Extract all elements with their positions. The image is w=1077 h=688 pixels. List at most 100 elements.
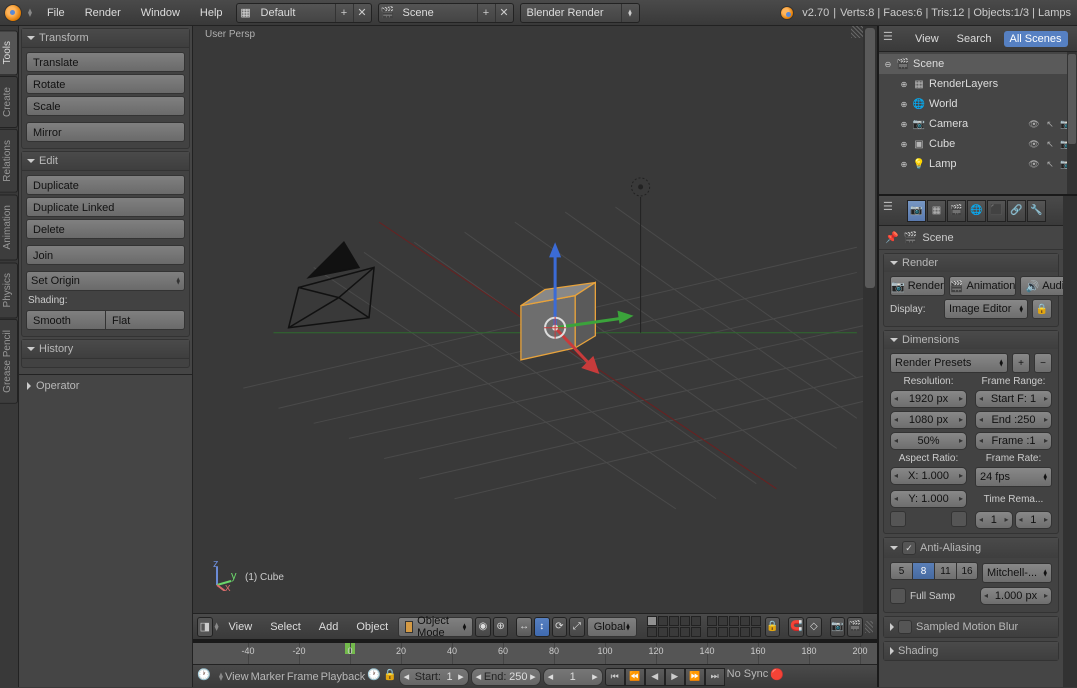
expand-icon[interactable]: ⊕ — [899, 100, 909, 109]
set-origin-dropdown[interactable]: Set Origin — [26, 271, 185, 291]
timeline-editor-selector[interactable]: 🕐 — [197, 668, 217, 686]
aa-sample-5[interactable]: 5 — [890, 562, 912, 580]
keyframe-next-button[interactable]: ⏩ — [685, 668, 705, 686]
context-scene[interactable]: 🎬 — [947, 200, 966, 222]
remap-new-field[interactable]: ◂1▸ — [1015, 511, 1053, 529]
region-corner-grip[interactable] — [865, 621, 873, 633]
render-audio-button[interactable]: 🔊Audio — [1020, 276, 1063, 296]
operator-header[interactable]: Operator — [19, 375, 192, 397]
snap-toggle[interactable]: 🧲 — [788, 617, 804, 637]
context-render-layers[interactable]: ▦ — [927, 200, 946, 222]
render-engine-dropdown[interactable]: Blender Render ⧫ — [520, 3, 640, 23]
pivot-mode-button[interactable]: ⊕ — [493, 617, 509, 637]
tl-playback-menu[interactable]: Playback — [321, 671, 366, 683]
shade-flat-button[interactable]: Flat — [106, 310, 185, 330]
aa-sample-11[interactable]: 11 — [934, 562, 956, 580]
vtab-relations[interactable]: Relations — [0, 129, 18, 193]
remap-old-field[interactable]: ◂1▸ — [975, 511, 1013, 529]
edit-panel-header[interactable]: Edit — [22, 152, 189, 171]
expand-icon[interactable]: ⊖ — [883, 60, 893, 69]
outliner-view-menu[interactable]: View — [909, 33, 945, 45]
expand-icon[interactable]: ⊕ — [899, 120, 909, 129]
preset-remove-button[interactable]: − — [1034, 353, 1052, 373]
layer-buttons-a[interactable] — [647, 616, 701, 637]
outliner-tree[interactable]: ⊖🎬Scene⊕▦RenderLayers⊕🌐World⊕📷Camera👁↖📷⊕… — [879, 52, 1077, 194]
manipulator-toggle[interactable]: ↔ — [516, 617, 532, 637]
outliner-editor-selector[interactable]: ☰ — [883, 30, 903, 48]
frame-step-field[interactable]: ◂Frame :1▸ — [975, 432, 1052, 450]
transform-panel-header[interactable]: Transform — [22, 29, 189, 48]
filter-size-field[interactable]: ◂1.000 px▸ — [980, 587, 1052, 605]
jump-start-button[interactable]: ⏮ — [605, 668, 625, 686]
expand-icon[interactable]: ⊕ — [899, 80, 909, 89]
properties-editor-selector[interactable]: ☰ — [883, 200, 903, 222]
outliner-search-menu[interactable]: Search — [951, 33, 998, 45]
motion-blur-header[interactable]: Sampled Motion Blur — [884, 617, 1058, 637]
outliner-row[interactable]: ⊖🎬Scene — [879, 54, 1077, 74]
editor-type-selector[interactable]: ◨ — [197, 617, 213, 637]
outliner-scrollbar[interactable] — [1067, 52, 1077, 194]
tl-marker-menu[interactable]: Marker — [251, 671, 285, 683]
jump-end-button[interactable]: ⏭ — [705, 668, 725, 686]
menu-file[interactable]: File — [38, 2, 74, 24]
render-animation-button[interactable]: 🎬Animation — [949, 276, 1017, 296]
frame-end-field[interactable]: ◂End :250▸ — [975, 411, 1052, 429]
aa-filter-dropdown[interactable]: Mitchell-... — [982, 563, 1052, 583]
shading-header[interactable]: Shading — [884, 642, 1058, 660]
restrict-view-icon[interactable]: 👁 — [1027, 137, 1041, 151]
scene-dropdown[interactable]: 🎬 Scene + ✕ — [378, 3, 514, 23]
render-presets-dropdown[interactable]: Render Presets — [890, 353, 1008, 373]
frame-start-field[interactable]: ◂Start F: 1▸ — [975, 390, 1052, 408]
preset-add-button[interactable]: + — [1012, 353, 1030, 373]
restrict-select-icon[interactable]: ↖ — [1043, 117, 1057, 131]
render-anim-button[interactable]: 🎬 — [847, 617, 863, 637]
select-menu[interactable]: Select — [262, 616, 309, 638]
start-frame-field[interactable]: ◂Start:1▸ — [399, 668, 469, 686]
display-mode-dropdown[interactable]: Image Editor — [944, 299, 1028, 319]
fps-dropdown[interactable]: 24 fps — [975, 467, 1052, 487]
translate-button[interactable]: Translate — [26, 52, 185, 72]
render-panel-header[interactable]: Render — [884, 254, 1058, 272]
translate-manipulator[interactable]: ↕ — [534, 617, 550, 637]
resolution-pct-field[interactable]: ◂50%▸ — [890, 432, 967, 450]
mirror-button[interactable]: Mirror — [26, 122, 185, 142]
crop-checkbox[interactable] — [951, 511, 967, 527]
expand-icon[interactable]: ⊕ — [899, 160, 909, 169]
context-object[interactable]: ⬛ — [987, 200, 1006, 222]
delete-button[interactable]: Delete — [26, 219, 185, 239]
full-sample-checkbox[interactable] — [890, 588, 906, 604]
add-menu[interactable]: Add — [311, 616, 347, 638]
outliner-row[interactable]: ⊕🌐World — [879, 94, 1077, 114]
aa-sample-16[interactable]: 16 — [956, 562, 978, 580]
scale-manipulator[interactable]: ⤢ — [569, 617, 585, 637]
vtab-physics[interactable]: Physics — [0, 262, 18, 318]
outliner-row[interactable]: ⊕💡Lamp👁↖📷 — [879, 154, 1077, 174]
vtab-grease-pencil[interactable]: Grease Pencil — [0, 319, 18, 404]
duplicate-linked-button[interactable]: Duplicate Linked — [26, 197, 185, 217]
vtab-tools[interactable]: Tools — [0, 30, 18, 75]
lock-time-button[interactable]: 🔒 — [383, 668, 397, 686]
use-preview-range[interactable]: 🕐 — [367, 668, 381, 686]
outliner-row[interactable]: ⊕▣Cube👁↖📷 — [879, 134, 1077, 154]
object-menu[interactable]: Object — [348, 616, 396, 638]
history-panel-header[interactable]: History — [22, 340, 189, 359]
restrict-view-icon[interactable]: 👁 — [1027, 157, 1041, 171]
scene-breadcrumb[interactable]: Scene — [922, 232, 953, 244]
context-constraints[interactable]: 🔗 — [1007, 200, 1026, 222]
aa-enable-checkbox[interactable] — [902, 541, 916, 555]
properties-scrollbar[interactable] — [1063, 196, 1077, 687]
duplicate-button[interactable]: Duplicate — [26, 175, 185, 195]
menu-help[interactable]: Help — [191, 2, 232, 24]
lock-interface-button[interactable]: 🔒 — [1032, 299, 1052, 319]
outliner-row[interactable]: ⊕▦RenderLayers — [879, 74, 1077, 94]
scene-add-button[interactable]: + — [477, 4, 495, 22]
chevron-icon[interactable]: ⧫ — [215, 622, 219, 631]
aa-panel-header[interactable]: Anti-Aliasing — [884, 538, 1058, 558]
end-frame-field[interactable]: ◂End:250▸ — [471, 668, 541, 686]
pin-icon[interactable]: 📌 — [885, 231, 899, 244]
border-checkbox[interactable] — [890, 511, 906, 527]
lock-camera-button[interactable]: 🔒 — [765, 617, 781, 637]
aa-sample-8[interactable]: 8 — [912, 562, 934, 580]
mode-selector[interactable]: Object Mode⧫ — [398, 617, 473, 637]
restrict-view-icon[interactable]: 👁 — [1027, 117, 1041, 131]
